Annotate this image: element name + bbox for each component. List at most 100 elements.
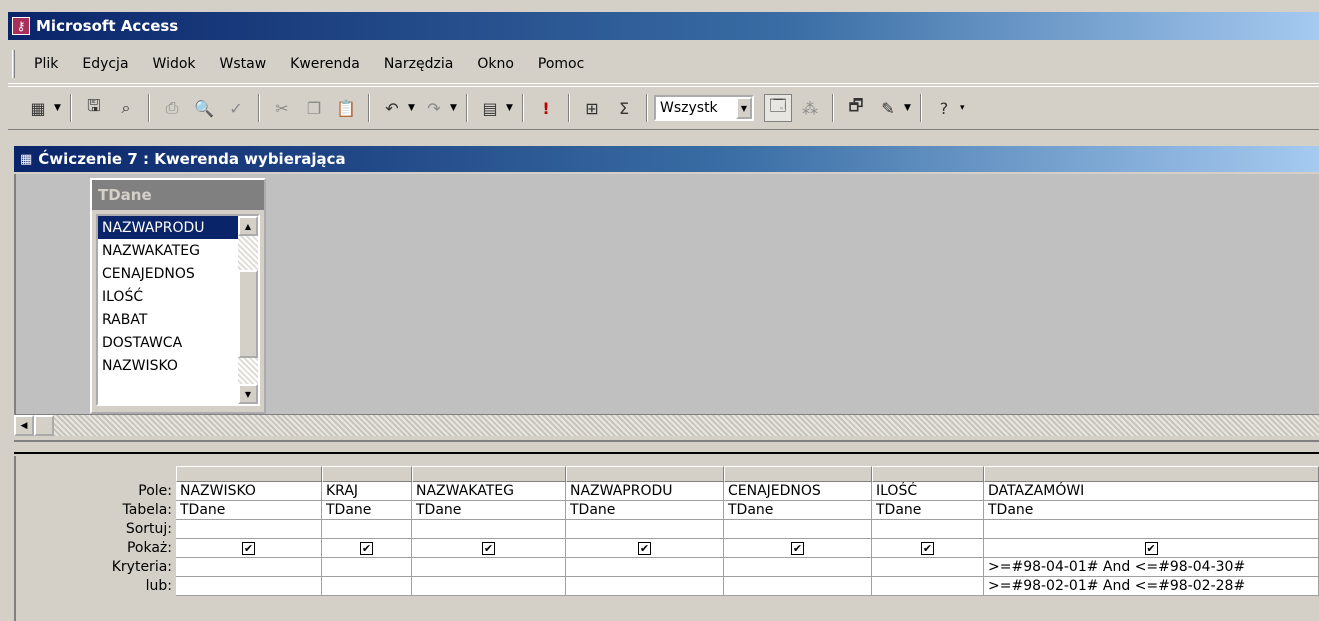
show-cell[interactable]: ✔ [566, 539, 724, 558]
paste-icon[interactable]: 📋 [332, 94, 360, 122]
show-checkbox[interactable]: ✔ [360, 541, 373, 555]
or-cell[interactable] [412, 577, 566, 596]
field-cell[interactable]: NAZWAKATEG [412, 482, 566, 501]
scroll-thumb[interactable] [34, 415, 54, 436]
criteria-cell[interactable] [872, 558, 984, 577]
criteria-cell[interactable] [566, 558, 724, 577]
show-cell[interactable]: ✔ [176, 539, 322, 558]
show-checkbox[interactable]: ✔ [638, 541, 651, 555]
view-dropdown-icon[interactable]: ▼ [54, 103, 64, 113]
field-list-item[interactable]: NAZWAKATEG [98, 239, 258, 262]
menu-widok[interactable]: Widok [141, 56, 208, 72]
table-cell[interactable]: TDane [412, 501, 566, 520]
criteria-cell[interactable] [176, 558, 322, 577]
menu-okno[interactable]: Okno [465, 56, 526, 72]
sort-cell[interactable] [872, 520, 984, 539]
or-cell[interactable] [872, 577, 984, 596]
table-cell[interactable]: TDane [984, 501, 1319, 520]
field-cell[interactable]: CENAJEDNOS [724, 482, 872, 501]
field-list-item[interactable]: CENAJEDNOS [98, 262, 258, 285]
build-icon[interactable]: ⁂ [796, 94, 824, 122]
column-selector[interactable] [176, 466, 322, 482]
show-table-icon[interactable]: ⊞ [578, 94, 606, 122]
search-database-icon[interactable]: ⌕ [112, 94, 140, 122]
table-cell[interactable]: TDane [322, 501, 412, 520]
grid-column[interactable]: CENAJEDNOS TDane ✔ [724, 466, 872, 596]
scroll-down-icon[interactable]: ▼ [238, 384, 258, 404]
show-checkbox[interactable]: ✔ [1144, 541, 1158, 555]
or-cell[interactable] [322, 577, 412, 596]
field-cell[interactable]: DATAZAMÓWI [984, 482, 1319, 501]
sort-cell[interactable] [322, 520, 412, 539]
field-list-item[interactable]: DOSTAWCA [98, 331, 258, 354]
menubar-grip[interactable] [12, 50, 15, 78]
chevron-down-icon[interactable]: ▼ [736, 97, 752, 119]
show-cell[interactable]: ✔ [872, 539, 984, 558]
new-object-icon[interactable]: ✎ [874, 94, 902, 122]
menu-edycja[interactable]: Edycja [70, 56, 140, 72]
menu-narzedzia[interactable]: Narzędzia [372, 56, 465, 72]
query-type-icon[interactable]: ▤ [476, 94, 504, 122]
show-cell[interactable]: ✔ [322, 539, 412, 558]
criteria-cell[interactable] [322, 558, 412, 577]
field-cell[interactable]: NAZWISKO [176, 482, 322, 501]
query-type-dropdown-icon[interactable]: ▼ [506, 103, 516, 113]
sort-cell[interactable] [176, 520, 322, 539]
copy-icon[interactable]: ❐ [300, 94, 328, 122]
sort-cell[interactable] [412, 520, 566, 539]
table-cell[interactable]: TDane [176, 501, 322, 520]
print-icon[interactable]: ⎙ [158, 94, 186, 122]
run-icon[interactable]: ! [532, 94, 560, 122]
criteria-cell[interactable] [412, 558, 566, 577]
criteria-cell[interactable] [724, 558, 872, 577]
new-object-dropdown-icon[interactable]: ▼ [904, 103, 914, 113]
totals-icon[interactable]: Σ [610, 94, 638, 122]
column-selector[interactable] [724, 466, 872, 482]
show-checkbox[interactable]: ✔ [482, 541, 495, 555]
or-cell[interactable] [566, 577, 724, 596]
print-preview-icon[interactable]: 🔍 [190, 94, 218, 122]
field-cell[interactable]: NAZWAPRODU [566, 482, 724, 501]
grid-column[interactable]: KRAJ TDane ✔ [322, 466, 412, 596]
field-list-item[interactable]: NAZWISKO [98, 354, 258, 377]
show-checkbox[interactable]: ✔ [242, 541, 255, 555]
field-list-window[interactable]: TDane NAZWAPRODU NAZWAKATEG CENAJEDNOS I… [90, 178, 266, 414]
field-cell[interactable]: ILOŚĆ [872, 482, 984, 501]
field-list-item[interactable]: RABAT [98, 308, 258, 331]
criteria-cell[interactable]: >=#98-04-01# And <=#98-04-30# [984, 558, 1319, 577]
table-pane-hscrollbar[interactable]: ◀ [14, 414, 1319, 436]
save-icon[interactable]: 🖫 [80, 94, 108, 122]
table-cell[interactable]: TDane [566, 501, 724, 520]
table-cell[interactable]: TDane [872, 501, 984, 520]
menu-plik[interactable]: Plik [22, 56, 70, 72]
grid-column[interactable]: NAZWAPRODU TDane ✔ [566, 466, 724, 596]
grid-column[interactable]: NAZWAKATEG TDane ✔ [412, 466, 566, 596]
show-cell[interactable]: ✔ [984, 539, 1319, 558]
pane-splitter[interactable] [14, 440, 1319, 454]
grid-column[interactable]: ILOŚĆ TDane ✔ [872, 466, 984, 596]
field-cell[interactable]: KRAJ [322, 482, 412, 501]
cut-icon[interactable]: ✂ [268, 94, 296, 122]
field-list-scrollbar[interactable]: ▲ ▼ [238, 216, 258, 404]
column-selector[interactable] [412, 466, 566, 482]
show-checkbox[interactable]: ✔ [921, 541, 934, 555]
redo-icon[interactable]: ↷ [420, 94, 448, 122]
sort-cell[interactable] [566, 520, 724, 539]
view-icon[interactable]: ▦ [24, 94, 52, 122]
properties-icon[interactable]: 🗔 [764, 94, 792, 122]
field-list-item[interactable]: ILOŚĆ [98, 285, 258, 308]
menu-pomoc[interactable]: Pomoc [526, 56, 596, 72]
database-window-icon[interactable]: 🗗 [842, 94, 870, 122]
toolbar-options-icon[interactable]: ▾ [960, 103, 970, 113]
spelling-icon[interactable]: ✓ [222, 94, 250, 122]
show-checkbox[interactable]: ✔ [791, 541, 804, 555]
scroll-up-icon[interactable]: ▲ [238, 216, 258, 236]
show-cell[interactable]: ✔ [724, 539, 872, 558]
scroll-thumb[interactable] [238, 270, 258, 358]
sort-cell[interactable] [984, 520, 1319, 539]
table-cell[interactable]: TDane [724, 501, 872, 520]
top-values-combo[interactable]: Wszystk ▼ [654, 95, 754, 121]
field-list-title[interactable]: TDane [92, 180, 264, 210]
sort-cell[interactable] [724, 520, 872, 539]
or-cell[interactable] [176, 577, 322, 596]
